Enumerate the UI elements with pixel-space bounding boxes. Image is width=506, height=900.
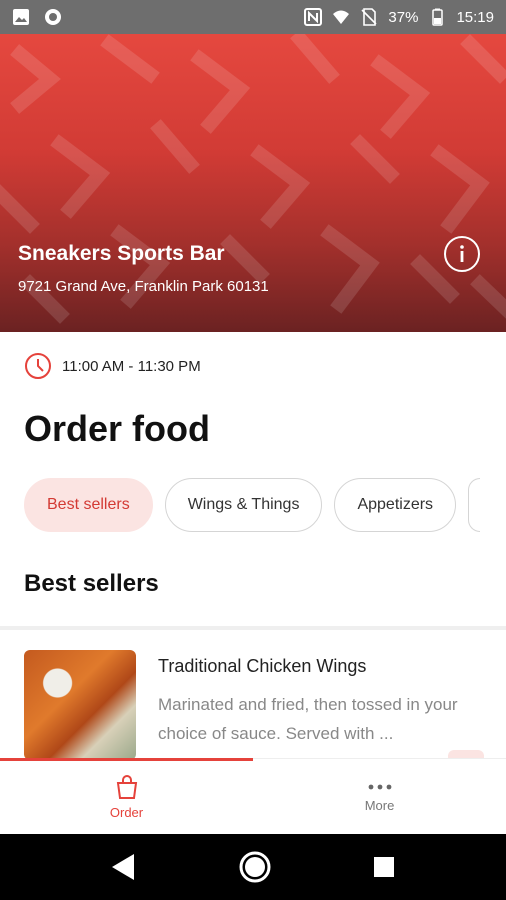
nav-order-label: Order <box>109 805 144 820</box>
recents-icon[interactable] <box>372 855 396 879</box>
battery-percent: 37% <box>388 8 419 26</box>
wifi-icon <box>333 10 350 24</box>
opening-hours: 11:00 AM - 11:30 PM <box>24 352 201 380</box>
nav-more-label: More <box>364 798 395 813</box>
status-bar: 37% 15:19 <box>0 0 506 34</box>
nfc-icon <box>304 8 323 26</box>
nav-order[interactable]: Order <box>0 759 253 834</box>
no-sim-icon <box>361 8 377 26</box>
chip-best-sellers[interactable]: Best sellers <box>24 478 153 532</box>
section-title: Best sellers <box>24 570 159 597</box>
hours-text: 11:00 AM - 11:30 PM <box>62 357 201 375</box>
bottom-navigation: Order More <box>0 758 506 834</box>
image-notification-icon <box>13 9 29 25</box>
info-icon <box>460 245 464 262</box>
item-name: Traditional Chicken Wings <box>158 656 367 676</box>
chip-appetizers[interactable]: Appetizers <box>334 478 457 532</box>
record-notification-icon <box>45 9 61 25</box>
restaurant-address: 9721 Grand Ave, Franklin Park 60131 <box>18 278 269 295</box>
section-divider <box>0 626 506 630</box>
page-title: Order food <box>24 408 210 449</box>
clock: 15:19 <box>456 8 494 26</box>
item-image <box>24 650 136 760</box>
chip-next-partial[interactable] <box>468 478 481 532</box>
shopping-bag-icon <box>116 775 137 799</box>
back-icon[interactable] <box>110 852 138 882</box>
clock-icon <box>25 353 51 379</box>
system-navigation-bar <box>0 834 506 900</box>
home-icon[interactable] <box>238 850 272 884</box>
category-tabs: Best sellers Wings & Things Appetizers <box>24 478 481 532</box>
info-button[interactable] <box>444 236 480 272</box>
restaurant-hero: Sneakers Sports Bar 9721 Grand Ave, Fran… <box>0 34 506 332</box>
menu-item[interactable]: Traditional Chicken Wings Marinated and … <box>24 650 506 762</box>
restaurant-name: Sneakers Sports Bar <box>18 242 225 265</box>
nav-more[interactable]: More <box>253 759 506 834</box>
nav-active-indicator <box>0 758 253 761</box>
more-dots-icon <box>368 784 391 790</box>
battery-icon <box>432 8 444 26</box>
chip-wings-and-things[interactable]: Wings & Things <box>164 478 323 532</box>
item-description: Marinated and fried, then tossed in your… <box>158 695 458 743</box>
